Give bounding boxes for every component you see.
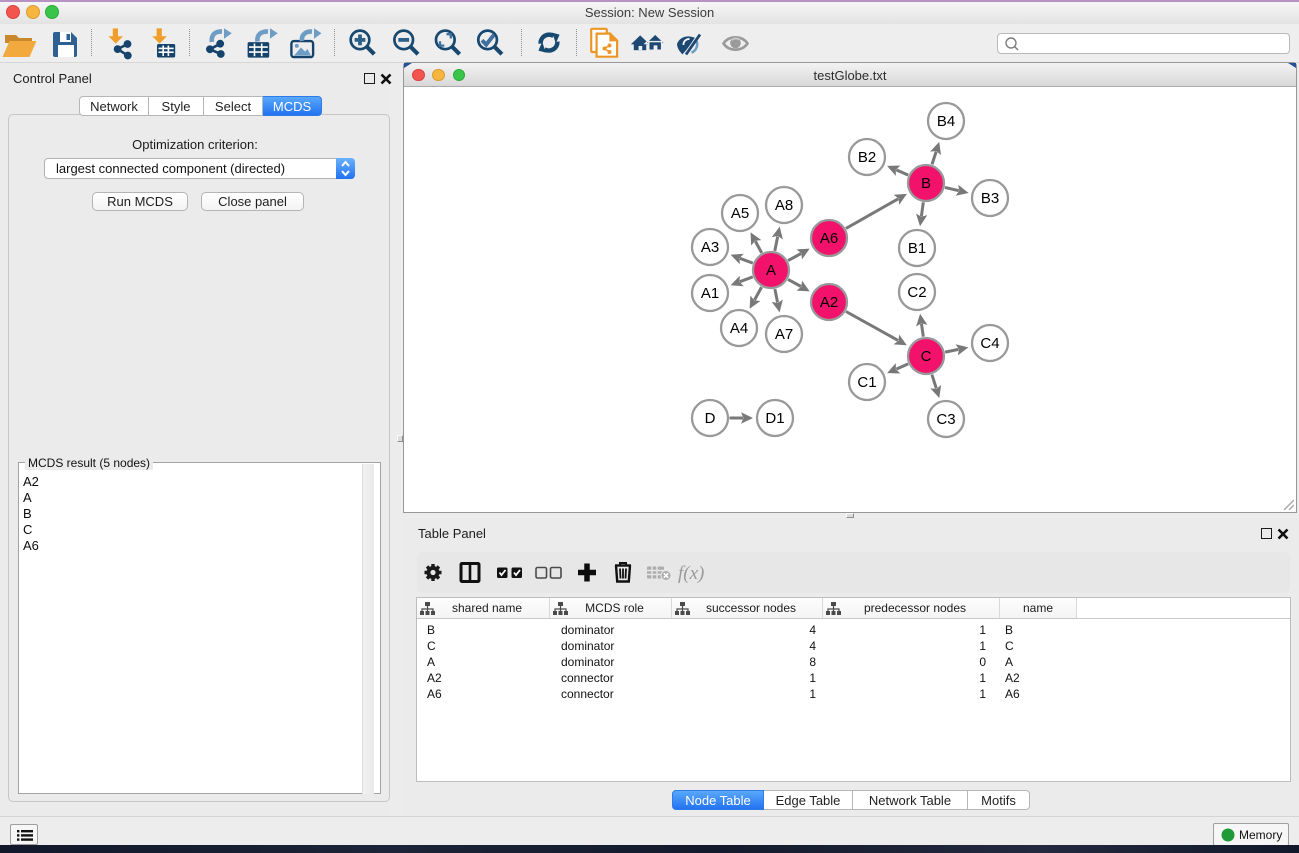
svg-text:f(x): f(x) (678, 563, 704, 584)
svg-text:B2: B2 (858, 149, 876, 166)
svg-text:C: C (921, 348, 932, 365)
svg-text:A7: A7 (775, 326, 793, 343)
svg-text:C2: C2 (907, 284, 926, 301)
svg-text:D: D (705, 410, 716, 427)
svg-text:C1: C1 (857, 374, 876, 391)
svg-text:C4: C4 (980, 335, 999, 352)
svg-text:B4: B4 (937, 113, 955, 130)
svg-text:A8: A8 (775, 197, 793, 214)
svg-text:A2: A2 (820, 294, 838, 311)
svg-text:A5: A5 (731, 205, 749, 222)
svg-text:B: B (921, 175, 931, 192)
svg-text:A1: A1 (701, 285, 719, 302)
svg-text:B1: B1 (908, 240, 926, 257)
svg-text:D1: D1 (765, 410, 784, 427)
svg-text:A: A (766, 262, 776, 279)
svg-text:A6: A6 (820, 230, 838, 247)
svg-text:C3: C3 (936, 411, 955, 428)
svg-text:A4: A4 (730, 320, 748, 337)
svg-text:A3: A3 (701, 239, 719, 256)
svg-text:B3: B3 (981, 190, 999, 207)
